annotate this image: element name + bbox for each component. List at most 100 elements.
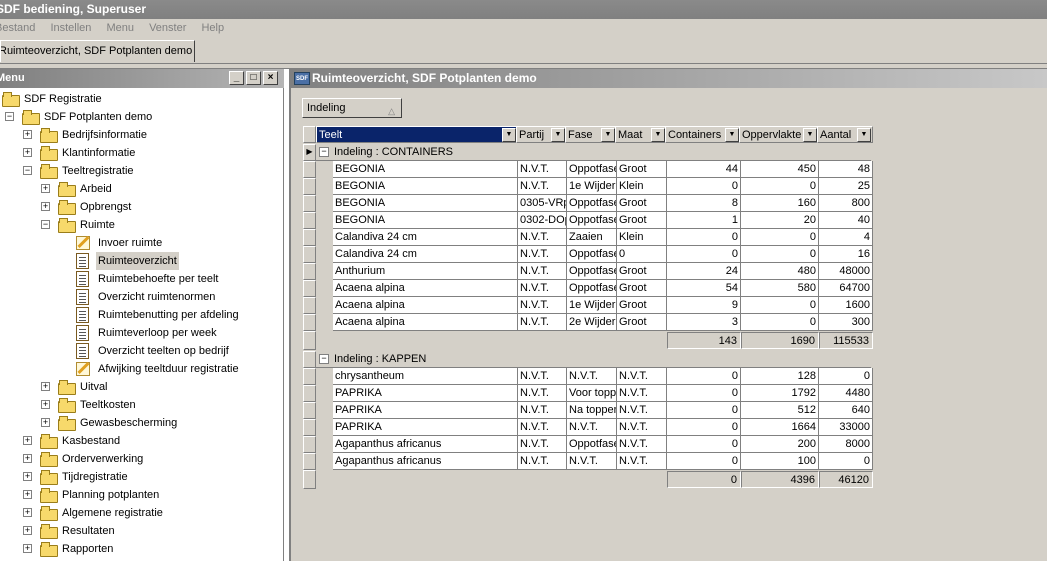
table-cell-oppervlakte[interactable]: 200 bbox=[741, 436, 819, 453]
table-cell-teelt[interactable]: Calandiva 24 cm bbox=[333, 229, 518, 246]
column-header-oppervlakte[interactable]: Oppervlakte ▼ bbox=[739, 126, 819, 143]
row-indicator[interactable] bbox=[303, 161, 316, 178]
table-cell-containers[interactable]: 9 bbox=[667, 297, 741, 314]
table-cell-oppervlakte[interactable]: 480 bbox=[741, 263, 819, 280]
table-cell-aantal[interactable]: 48000 bbox=[819, 263, 873, 280]
table-cell-partij[interactable]: N.V.T. bbox=[518, 453, 567, 470]
tree-item-ruimtebehoefte-per-teelt[interactable]: Ruimtebehoefte per teelt bbox=[0, 270, 284, 288]
tree-item-ruimte[interactable]: − Ruimte bbox=[0, 216, 284, 234]
table-cell-teelt[interactable]: Anthurium bbox=[333, 263, 518, 280]
column-header-maat[interactable]: Maat ▼ bbox=[615, 126, 667, 143]
table-cell-fase[interactable]: Na toppen bbox=[567, 402, 617, 419]
expand-icon[interactable]: + bbox=[23, 526, 32, 535]
tree-item-kasbestand[interactable]: + Kasbestand bbox=[0, 432, 284, 450]
filter-dropdown-icon[interactable]: ▼ bbox=[857, 128, 871, 142]
table-cell-maat[interactable]: Groot bbox=[617, 212, 667, 229]
expand-icon[interactable]: + bbox=[23, 130, 32, 139]
row-indicator[interactable]: ▶ bbox=[303, 144, 316, 161]
table-cell-fase[interactable]: N.V.T. bbox=[567, 368, 617, 385]
tree-item-sdf-potplanten-demo[interactable]: − SDF Potplanten demo bbox=[0, 108, 284, 126]
table-cell-oppervlakte[interactable]: 0 bbox=[741, 297, 819, 314]
table-cell-partij[interactable]: N.V.T. bbox=[518, 229, 567, 246]
table-cell-teelt[interactable]: PAPRIKA bbox=[333, 402, 518, 419]
table-cell-aantal[interactable]: 0 bbox=[819, 453, 873, 470]
table-cell-partij[interactable]: N.V.T. bbox=[518, 280, 567, 297]
tree-item-teeltregistratie[interactable]: − Teeltregistratie bbox=[0, 162, 284, 180]
tree-item-orderverwerking[interactable]: + Orderverwerking bbox=[0, 450, 284, 468]
table-cell-partij[interactable]: 0305-VRp bbox=[518, 195, 567, 212]
expand-icon[interactable]: + bbox=[23, 454, 32, 463]
table-cell-aantal[interactable]: 1600 bbox=[819, 297, 873, 314]
table-cell-containers[interactable]: 0 bbox=[667, 385, 741, 402]
table-cell-teelt[interactable]: BEGONIA bbox=[333, 161, 518, 178]
table-cell-containers[interactable]: 8 bbox=[667, 195, 741, 212]
menu-menu[interactable]: Menu bbox=[106, 19, 134, 38]
table-cell-teelt[interactable]: Acaena alpina bbox=[333, 280, 518, 297]
table-cell-fase[interactable]: N.V.T. bbox=[567, 453, 617, 470]
close-button[interactable]: × bbox=[263, 71, 278, 85]
tab-ruimteoverzicht[interactable]: Ruimteoverzicht, SDF Potplanten demo bbox=[0, 40, 195, 62]
table-cell-maat[interactable]: Groot bbox=[617, 195, 667, 212]
table-cell-maat[interactable]: Klein bbox=[617, 229, 667, 246]
table-cell-aantal[interactable]: 640 bbox=[819, 402, 873, 419]
table-cell-oppervlakte[interactable]: 0 bbox=[741, 229, 819, 246]
table-cell-containers[interactable]: 0 bbox=[667, 419, 741, 436]
row-indicator[interactable] bbox=[303, 263, 316, 280]
table-cell-containers[interactable]: 3 bbox=[667, 314, 741, 331]
row-indicator[interactable] bbox=[303, 229, 316, 246]
tree-item-opbrengst[interactable]: + Opbrengst bbox=[0, 198, 284, 216]
filter-dropdown-icon[interactable]: ▼ bbox=[502, 128, 516, 142]
expand-icon[interactable]: + bbox=[41, 418, 50, 427]
table-cell-teelt[interactable]: Agapanthus africanus bbox=[333, 453, 518, 470]
menu-bestand[interactable]: Bestand bbox=[0, 19, 35, 38]
table-cell-partij[interactable]: N.V.T. bbox=[518, 368, 567, 385]
table-cell-teelt[interactable]: BEGONIA bbox=[333, 212, 518, 229]
tree-item-ruimteoverzicht[interactable]: Ruimteoverzicht bbox=[0, 252, 284, 270]
tree-item-resultaten[interactable]: + Resultaten bbox=[0, 522, 284, 540]
collapse-icon[interactable]: − bbox=[319, 354, 329, 364]
table-cell-aantal[interactable]: 33000 bbox=[819, 419, 873, 436]
tree-item-sdf-registratie[interactable]: SDF Registratie bbox=[0, 90, 284, 108]
table-cell-containers[interactable]: 54 bbox=[667, 280, 741, 297]
menu-instellen[interactable]: Instellen bbox=[50, 19, 91, 38]
table-cell-teelt[interactable]: BEGONIA bbox=[333, 195, 518, 212]
table-cell-oppervlakte[interactable]: 0 bbox=[741, 246, 819, 263]
table-cell-containers[interactable]: 24 bbox=[667, 263, 741, 280]
row-indicator[interactable] bbox=[303, 195, 316, 212]
tree-item-rapporten[interactable]: + Rapporten bbox=[0, 540, 284, 558]
tree-item-teeltkosten[interactable]: + Teeltkosten bbox=[0, 396, 284, 414]
table-cell-fase[interactable]: 1e Wijder bbox=[567, 297, 617, 314]
table-cell-oppervlakte[interactable]: 0 bbox=[741, 178, 819, 195]
expand-icon[interactable]: + bbox=[23, 472, 32, 481]
table-cell-partij[interactable]: N.V.T. bbox=[518, 314, 567, 331]
table-cell-aantal[interactable]: 25 bbox=[819, 178, 873, 195]
table-cell-oppervlakte[interactable]: 580 bbox=[741, 280, 819, 297]
table-cell-fase[interactable]: N.V.T. bbox=[567, 419, 617, 436]
expand-icon[interactable]: + bbox=[23, 436, 32, 445]
expand-icon[interactable]: + bbox=[23, 508, 32, 517]
row-indicator[interactable] bbox=[303, 178, 316, 195]
column-header-teelt[interactable]: Teelt ▼ bbox=[316, 126, 518, 143]
table-cell-aantal[interactable]: 800 bbox=[819, 195, 873, 212]
table-cell-oppervlakte[interactable]: 450 bbox=[741, 161, 819, 178]
table-cell-partij[interactable]: N.V.T. bbox=[518, 178, 567, 195]
column-header-fase[interactable]: Fase ▼ bbox=[565, 126, 617, 143]
table-cell-fase[interactable]: 1e Wijder bbox=[567, 178, 617, 195]
group-row[interactable]: − Indeling : KAPPEN bbox=[316, 351, 871, 368]
filter-dropdown-icon[interactable]: ▼ bbox=[551, 128, 565, 142]
table-cell-maat[interactable]: Groot bbox=[617, 280, 667, 297]
table-cell-fase[interactable]: 2e Wijder bbox=[567, 314, 617, 331]
table-cell-partij[interactable]: N.V.T. bbox=[518, 385, 567, 402]
collapse-icon[interactable]: − bbox=[319, 147, 329, 157]
tree-item-planning-potplanten[interactable]: + Planning potplanten bbox=[0, 486, 284, 504]
table-cell-maat[interactable]: Groot bbox=[617, 314, 667, 331]
table-cell-maat[interactable]: 0 bbox=[617, 246, 667, 263]
filter-dropdown-icon[interactable]: ▼ bbox=[803, 128, 817, 142]
table-cell-maat[interactable]: Groot bbox=[617, 297, 667, 314]
table-cell-partij[interactable]: N.V.T. bbox=[518, 436, 567, 453]
group-row[interactable]: − Indeling : CONTAINERS bbox=[316, 144, 871, 161]
tree-item-overzicht-ruimtenormen[interactable]: Overzicht ruimtenormen bbox=[0, 288, 284, 306]
expand-icon[interactable]: + bbox=[23, 148, 32, 157]
table-cell-containers[interactable]: 0 bbox=[667, 453, 741, 470]
table-cell-aantal[interactable]: 4480 bbox=[819, 385, 873, 402]
